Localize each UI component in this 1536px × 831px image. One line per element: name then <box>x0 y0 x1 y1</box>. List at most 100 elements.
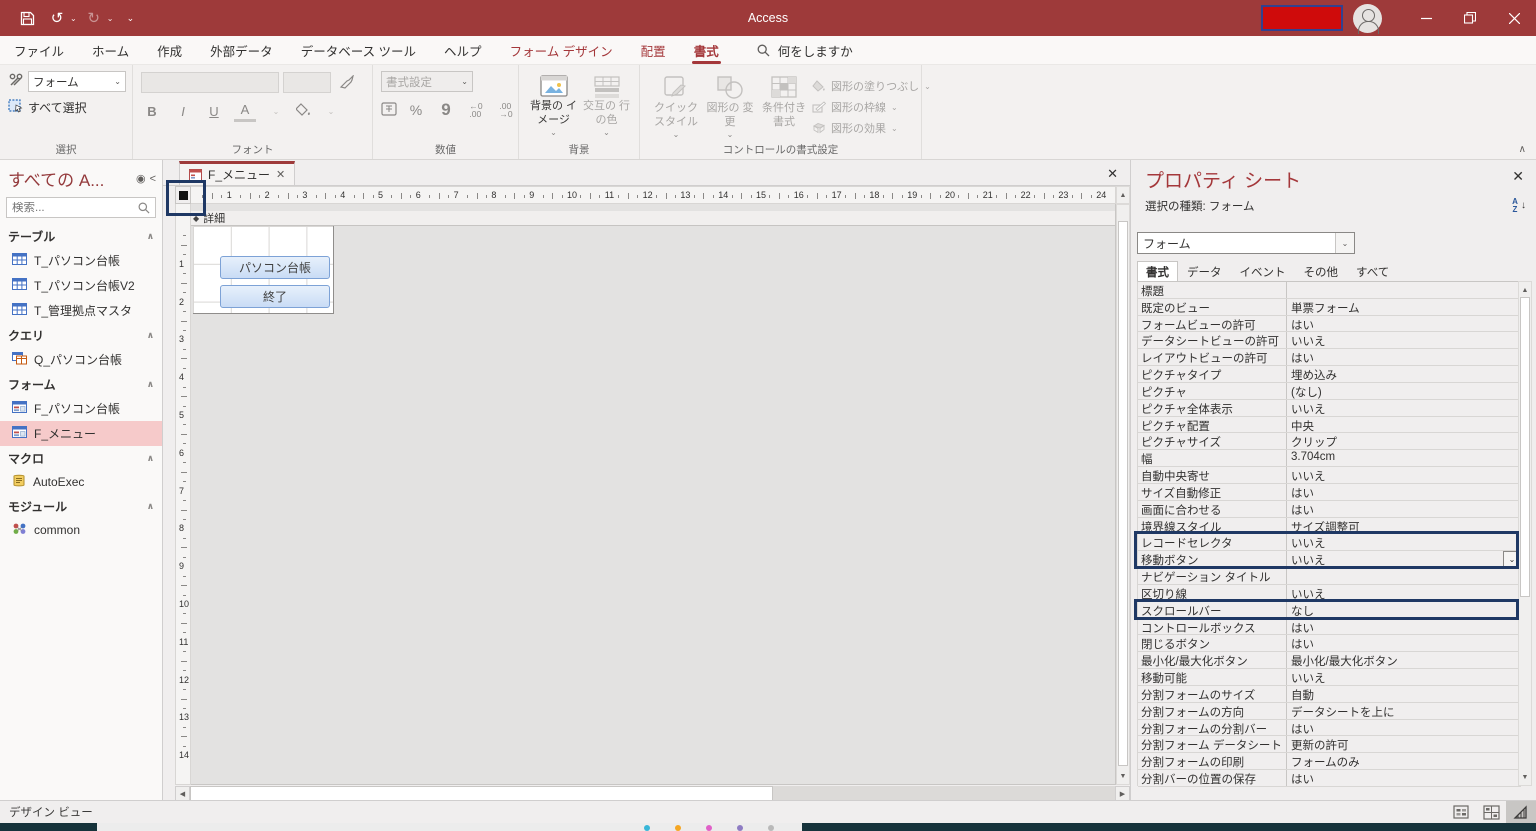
property-value[interactable]: はい <box>1287 770 1521 786</box>
property-value[interactable]: いいえ <box>1287 467 1521 483</box>
control-selector-combo[interactable]: フォーム⌄ <box>28 71 126 92</box>
property-value[interactable] <box>1287 568 1521 584</box>
menu-tab-4[interactable]: 外部データ <box>196 36 287 64</box>
property-row[interactable]: レイアウトビューの許可はい <box>1138 349 1521 366</box>
property-row[interactable]: 幅3.704cm <box>1138 450 1521 467</box>
property-value[interactable]: はい <box>1287 316 1521 332</box>
scroll-right-icon[interactable]: ▶ <box>1115 786 1130 801</box>
property-row[interactable]: ピクチャ全体表示いいえ <box>1138 400 1521 417</box>
nav-item-common[interactable]: common <box>0 518 162 542</box>
property-row[interactable]: ナビゲーション タイトル <box>1138 568 1521 585</box>
search-input[interactable] <box>12 202 138 214</box>
property-value[interactable]: いいえ <box>1287 332 1521 348</box>
nav-item-T_管理拠点マスタ[interactable]: T_管理拠点マスタ <box>0 298 162 323</box>
property-scrollbar-thumb[interactable] <box>1520 297 1530 597</box>
close-button[interactable] <box>1492 0 1536 36</box>
navigation-menu-icon[interactable]: ◉ <box>136 172 146 185</box>
nav-group-4[interactable]: マクロ∧ <box>0 446 162 470</box>
property-tab-イベント[interactable]: イベント <box>1231 261 1295 281</box>
customize-quick-access-icon[interactable]: ⌄ <box>117 5 143 31</box>
sort-az-icon[interactable]: AZ↓ <box>1506 198 1524 214</box>
tell-me-search[interactable]: 何をしますか <box>757 36 853 64</box>
form-button-pc-ledger[interactable]: パソコン台帳 <box>220 256 330 279</box>
nav-item-AutoExec[interactable]: AutoExec <box>0 470 162 494</box>
property-value[interactable]: 中央 <box>1287 417 1521 433</box>
menu-tab-1[interactable]: ファイル <box>0 36 78 64</box>
property-row[interactable]: 既定のビュー単票フォーム <box>1138 299 1521 316</box>
property-value[interactable]: データシートを上に <box>1287 703 1521 719</box>
property-row[interactable]: 移動可能いいえ <box>1138 669 1521 686</box>
undo-dropdown-icon[interactable]: ⌄ <box>70 14 77 23</box>
property-value[interactable]: (なし) <box>1287 383 1521 399</box>
property-value[interactable]: はい <box>1287 484 1521 500</box>
property-row[interactable]: データシートビューの許可いいえ <box>1138 332 1521 349</box>
scroll-left-icon[interactable]: ◀ <box>175 786 190 801</box>
property-scrollbar[interactable]: ▲ ▼ <box>1518 281 1532 786</box>
vertical-scrollbar[interactable]: ▼ <box>1116 204 1130 785</box>
property-value[interactable]: はい <box>1287 501 1521 517</box>
horizontal-scrollbar[interactable]: ◀ ▶ <box>175 786 1130 801</box>
scroll-up-icon[interactable]: ▲ <box>1117 188 1129 202</box>
property-row[interactable]: 分割フォームの印刷フォームのみ <box>1138 753 1521 770</box>
restore-button[interactable] <box>1448 0 1492 36</box>
property-value[interactable]: クリップ <box>1287 433 1521 449</box>
property-value[interactable]: はい <box>1287 349 1521 365</box>
save-icon[interactable] <box>14 5 40 31</box>
property-row[interactable]: 分割フォームのサイズ自動 <box>1138 686 1521 703</box>
horizontal-scrollbar-thumb[interactable] <box>190 786 773 801</box>
nav-group-1[interactable]: テーブル∧ <box>0 224 162 248</box>
nav-item-T_パソコン台帳V2[interactable]: T_パソコン台帳V2 <box>0 273 162 298</box>
nav-item-T_パソコン台帳[interactable]: T_パソコン台帳 <box>0 248 162 273</box>
menu-tab-2[interactable]: ホーム <box>78 36 143 64</box>
property-row[interactable]: 分割バーの位置の保存はい <box>1138 770 1521 787</box>
vertical-scrollbar-thumb[interactable] <box>1118 221 1128 766</box>
account-avatar[interactable] <box>1353 4 1382 33</box>
property-value[interactable]: 自動 <box>1287 686 1521 702</box>
background-image-button[interactable]: 背景の イメージ ⌄ <box>527 71 580 143</box>
form-design-canvas[interactable]: ◆ 詳細 パソコン台帳 終了 <box>191 204 1116 785</box>
scroll-down-icon[interactable]: ▼ <box>1519 770 1531 784</box>
detail-section-bar[interactable]: ◆ 詳細 <box>191 211 1115 226</box>
property-value[interactable]: 3.704cm <box>1287 450 1521 466</box>
menu-tab-9[interactable]: 書式 <box>680 36 733 64</box>
nav-item-F_メニュー[interactable]: F_メニュー <box>0 421 162 446</box>
nav-group-3[interactable]: フォーム∧ <box>0 372 162 396</box>
menu-tab-7[interactable]: フォーム デザイン <box>496 36 627 64</box>
property-row[interactable]: 画面に合わせるはい <box>1138 501 1521 518</box>
property-row[interactable]: ピクチャ配置中央 <box>1138 417 1521 434</box>
property-row[interactable]: 閉じるボタンはい <box>1138 635 1521 652</box>
property-row[interactable]: 分割フォームの方向データシートを上に <box>1138 703 1521 720</box>
form-button-exit[interactable]: 終了 <box>220 285 330 308</box>
object-selector-combo[interactable]: フォーム ⌄ <box>1137 232 1355 254</box>
property-row[interactable]: ピクチャ(なし) <box>1138 383 1521 400</box>
property-row[interactable]: サイズ自動修正はい <box>1138 484 1521 501</box>
select-all-button[interactable]: すべて選択 <box>8 99 126 116</box>
property-value[interactable]: 最小化/最大化ボタン <box>1287 652 1521 668</box>
design-view-button[interactable] <box>1506 801 1536 823</box>
property-value[interactable]: 単票フォーム <box>1287 299 1521 315</box>
property-tab-書式[interactable]: 書式 <box>1137 261 1178 281</box>
nav-group-2[interactable]: クエリ∧ <box>0 323 162 347</box>
scroll-down-icon[interactable]: ▼ <box>1117 769 1129 783</box>
property-tab-データ[interactable]: データ <box>1178 261 1231 281</box>
minimize-button[interactable] <box>1404 0 1448 36</box>
property-tab-その他[interactable]: その他 <box>1295 261 1348 281</box>
undo-icon[interactable]: ↺ <box>44 5 70 31</box>
property-value[interactable]: 更新の許可 <box>1287 736 1521 752</box>
nav-item-Q_パソコン台帳[interactable]: Q_パソコン台帳 <box>0 347 162 372</box>
layout-view-button[interactable] <box>1476 801 1506 823</box>
close-property-sheet-icon[interactable]: ✕ <box>1512 168 1524 185</box>
property-value[interactable]: いいえ <box>1287 400 1521 416</box>
property-value[interactable]: いいえ <box>1287 669 1521 685</box>
shutter-close-icon[interactable]: < <box>150 173 156 185</box>
property-row[interactable]: 自動中央寄せいいえ <box>1138 467 1521 484</box>
property-value[interactable]: 埋め込み <box>1287 366 1521 382</box>
close-document-icon[interactable]: ✕ <box>1107 166 1118 182</box>
property-row[interactable]: ピクチャタイプ埋め込み <box>1138 366 1521 383</box>
property-row[interactable]: コントロールボックスはい <box>1138 619 1521 636</box>
menu-tab-8[interactable]: 配置 <box>627 36 680 64</box>
close-tab-icon[interactable]: ✕ <box>276 168 285 181</box>
menu-tab-6[interactable]: ヘルプ <box>430 36 496 64</box>
property-row[interactable]: 標題 <box>1138 282 1521 299</box>
property-value[interactable]: フォームのみ <box>1287 753 1521 769</box>
